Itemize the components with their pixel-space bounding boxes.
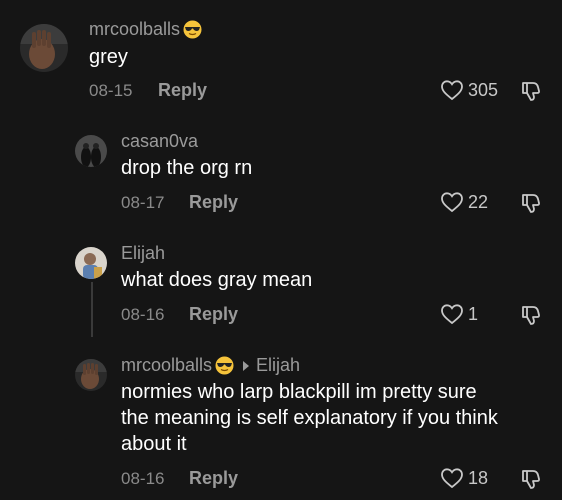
dislike-button[interactable] [519,79,543,108]
comment-text: drop the org rn [121,157,253,179]
avatar[interactable] [75,247,107,279]
reply-button[interactable]: Reply [189,192,238,213]
dislike-button[interactable] [519,303,543,332]
sunglasses-emoji-icon [183,20,202,39]
reply-button[interactable]: Reply [189,468,238,489]
heart-outline-icon [441,80,463,101]
comment-text: what does gray mean [121,269,313,291]
comment-4: mrcoolballs Elijah normies who larp blac… [0,339,562,500]
comment-date: 08-15 [89,81,133,100]
like-count: 1 [468,303,479,324]
like-button[interactable]: 22 [440,191,488,213]
like-count: 305 [468,79,499,100]
like-button[interactable]: 1 [440,303,478,325]
comment-2: casan0va drop the org rn 08-17 Reply 22 [0,115,562,227]
sunglasses-emoji-icon [215,356,234,375]
comment-text: normies who larp blackpill im pretty sur… [121,381,498,455]
dislike-button[interactable] [519,191,543,220]
caret-right-icon [243,360,250,371]
comment-username[interactable]: mrcoolballs [89,19,202,40]
avatar[interactable] [75,359,107,391]
avatar[interactable] [20,24,68,72]
thumbs-down-icon [522,82,540,101]
comment-date: 08-17 [121,193,165,212]
heart-outline-icon [441,304,463,325]
comment-date: 08-16 [121,469,165,488]
thread-line [91,282,93,337]
dislike-button[interactable] [519,467,543,496]
comment-username[interactable]: casan0va [121,131,198,152]
reply-button[interactable]: Reply [158,80,207,101]
reply-button[interactable]: Reply [189,304,238,325]
comment-3: Elijah what does gray mean 08-16 Reply 1 [0,227,562,339]
heart-outline-icon [441,192,463,213]
thumbs-down-icon [522,194,540,213]
like-count: 18 [468,467,489,488]
comment-username: mrcoolballs Elijah [121,355,301,376]
comment-1: mrcoolballs grey 08-15 Reply 305 [0,0,562,115]
avatar[interactable] [75,135,107,167]
like-button[interactable]: 305 [440,79,498,101]
thumbs-down-icon [522,470,540,489]
comment-username[interactable]: Elijah [121,243,165,264]
heart-outline-icon [441,468,463,489]
comment-text: grey [89,46,128,68]
like-button[interactable]: 18 [440,467,488,489]
reply-to-link[interactable]: Elijah [242,355,300,376]
comment-date: 08-16 [121,305,165,324]
like-count: 22 [468,191,489,212]
thumbs-down-icon [522,306,540,325]
